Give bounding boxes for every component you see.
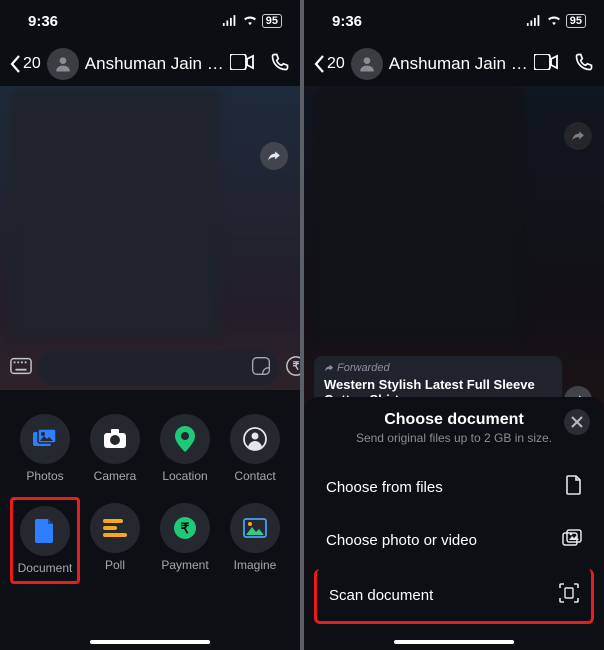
input-row: ₹	[0, 346, 300, 390]
status-time: 9:36	[28, 13, 58, 30]
attach-document-label: Document	[18, 561, 73, 575]
signal-icon	[222, 13, 238, 30]
back-button[interactable]: 20	[10, 55, 41, 73]
chat-header: 20 Anshuman Jain (My...	[304, 42, 604, 86]
attach-poll[interactable]: Poll	[80, 497, 150, 584]
option-label: Choose from files	[326, 479, 443, 496]
chat-header: 20 Anshuman Jain (My...	[0, 42, 300, 86]
status-right: 95	[222, 13, 282, 30]
attach-photos-label: Photos	[26, 469, 63, 483]
attach-location-label: Location	[162, 469, 207, 483]
file-icon	[566, 475, 582, 499]
home-indicator[interactable]	[394, 640, 514, 644]
message-bubble-blurred	[10, 88, 220, 338]
battery-status: 95	[566, 14, 586, 28]
option-choose-photo[interactable]: Choose photo or video	[314, 515, 594, 565]
attach-camera[interactable]: Camera	[80, 408, 150, 489]
home-indicator[interactable]	[90, 640, 210, 644]
attach-payment-label: Payment	[161, 558, 208, 572]
svg-text:₹: ₹	[293, 360, 300, 372]
forward-button[interactable]	[260, 142, 288, 170]
attach-payment[interactable]: ₹ Payment	[150, 497, 220, 584]
voice-call-icon[interactable]	[270, 52, 290, 77]
sticker-icon[interactable]	[251, 356, 271, 381]
option-scan-document[interactable]: Scan document	[314, 569, 594, 624]
voice-call-icon[interactable]	[574, 52, 594, 77]
attach-imagine[interactable]: Imagine	[220, 497, 290, 584]
phone-screenshot-right: 9:36 95 20 Anshuman Jain (My...	[304, 0, 604, 650]
chat-body: Forwarded Western Stylish Latest Full Sl…	[304, 86, 604, 650]
close-button[interactable]	[564, 409, 590, 435]
attach-poll-label: Poll	[105, 558, 125, 572]
battery-level: 95	[566, 14, 586, 28]
attach-imagine-label: Imagine	[234, 558, 277, 572]
document-sheet: Choose document Send original files up t…	[304, 397, 604, 650]
battery-status: 95	[262, 14, 282, 28]
signal-icon	[526, 13, 542, 30]
option-label: Scan document	[329, 587, 433, 604]
video-call-icon[interactable]	[534, 54, 558, 75]
back-button[interactable]: 20	[314, 55, 345, 73]
wifi-icon	[546, 13, 562, 30]
attach-document[interactable]: Document	[10, 497, 80, 584]
sheet-subtitle: Send original files up to 2 GB in size.	[314, 431, 594, 445]
avatar[interactable]	[47, 48, 79, 80]
message-input[interactable]	[46, 360, 245, 377]
keyboard-icon[interactable]	[10, 357, 32, 380]
attach-contact[interactable]: Contact	[220, 408, 290, 489]
back-count: 20	[23, 55, 41, 73]
scan-icon	[559, 583, 579, 607]
attach-camera-label: Camera	[94, 469, 137, 483]
message-composer[interactable]	[38, 350, 279, 386]
forwarded-label: Forwarded	[324, 362, 552, 374]
option-choose-files[interactable]: Choose from files	[314, 461, 594, 513]
status-time: 9:36	[332, 13, 362, 30]
status-bar: 9:36 95	[304, 0, 604, 42]
attach-photos[interactable]: Photos	[10, 408, 80, 489]
attach-location[interactable]: Location	[150, 408, 220, 489]
video-call-icon[interactable]	[230, 54, 254, 75]
chat-name[interactable]: Anshuman Jain (My...	[389, 54, 528, 74]
option-label: Choose photo or video	[326, 532, 477, 549]
rupee-icon[interactable]: ₹	[285, 355, 300, 382]
chat-body: ₹ Photos Camera L	[0, 86, 300, 650]
chat-name[interactable]: Anshuman Jain (My...	[85, 54, 224, 74]
status-bar: 9:36 95	[0, 0, 300, 42]
attach-contact-label: Contact	[234, 469, 275, 483]
back-count: 20	[327, 55, 345, 73]
avatar[interactable]	[351, 48, 383, 80]
battery-level: 95	[262, 14, 282, 28]
sheet-title: Choose document	[314, 411, 594, 429]
attachment-panel: Photos Camera Location Contact Document	[0, 390, 300, 650]
phone-screenshot-left: 9:36 95 20 Anshuman Jain (My...	[0, 0, 300, 650]
gallery-icon	[562, 529, 582, 551]
svg-text:₹: ₹	[181, 520, 190, 536]
wifi-icon	[242, 13, 258, 30]
status-right: 95	[526, 13, 586, 30]
